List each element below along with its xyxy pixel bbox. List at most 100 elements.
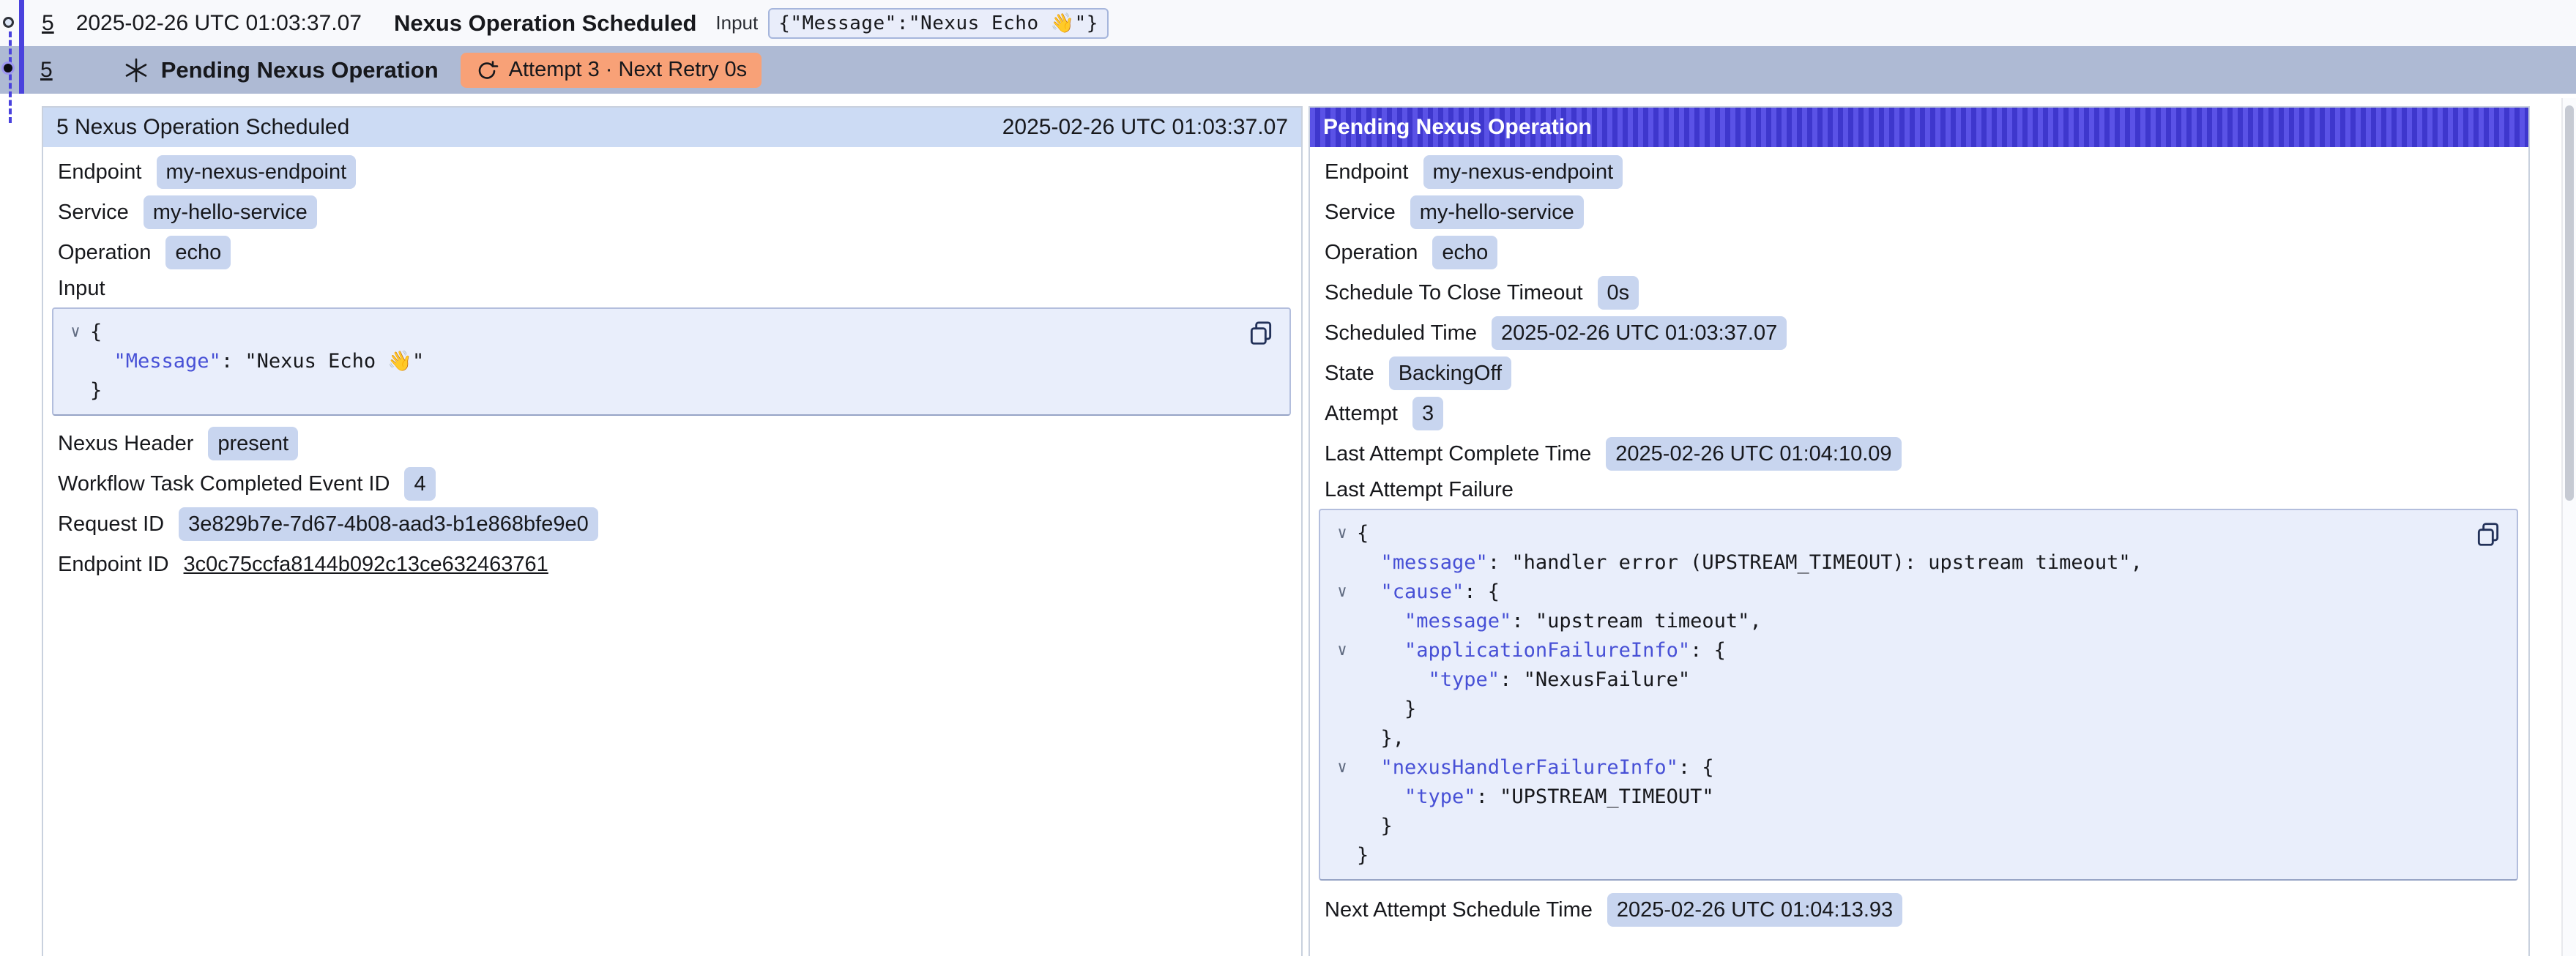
collapse-chevron-icon[interactable]: ∨ [1328, 578, 1357, 607]
field-row: State BackingOff [1319, 357, 2518, 389]
field-row: Servicemy-hello-service [1319, 196, 2518, 228]
field-label: Endpoint [58, 160, 142, 184]
field-label: Service [1325, 201, 1396, 225]
json-lines: ∨{"Message": "Nexus Echo 👋"} [61, 318, 1238, 406]
collapse-chevron-icon[interactable]: ∨ [1328, 753, 1357, 783]
field-row-endpoint-id: Endpoint ID 3c0c75ccfa8144b092c13ce63246… [52, 548, 1291, 580]
event-id-link[interactable]: 5 [42, 11, 54, 36]
field-value-chip: my-nexus-endpoint [1423, 155, 1623, 189]
field-label: State [1325, 362, 1374, 386]
card-header-timestamp: 2025-02-26 UTC 01:03:37.07 [1002, 115, 1288, 140]
copy-button[interactable] [1247, 319, 1275, 347]
code-text: { [90, 318, 102, 347]
field-value-chip: my-nexus-endpoint [157, 155, 357, 189]
field-label: Endpoint [1325, 160, 1409, 184]
event-id-link[interactable]: 5 [40, 58, 53, 83]
collapse-chevron-icon[interactable]: ∨ [61, 318, 90, 347]
field-row: Request ID3e829b7e-7d67-4b08-aad3-b1e868… [52, 508, 1291, 540]
code-line: } [1328, 695, 2465, 724]
timeline-node-filled-icon [1, 61, 15, 75]
gutter-spacer [1328, 695, 1357, 724]
code-line: "Message": "Nexus Echo 👋" [61, 347, 1238, 376]
failure-section-label: Last Attempt Failure [1325, 478, 2518, 504]
pending-title: Pending Nexus Operation [161, 57, 439, 83]
field-label: Endpoint ID [58, 553, 169, 577]
code-line: ∨{ [1328, 519, 2465, 548]
gutter-spacer [1328, 783, 1357, 812]
timeline-node-hollow-icon [3, 17, 14, 28]
card-body: Endpointmy-nexus-endpointServicemy-hello… [43, 147, 1301, 580]
event-row-pending[interactable]: 5 Pending Nexus Operation Attempt 3 · Ne… [0, 46, 2576, 94]
code-text: } [1357, 841, 1369, 870]
code-line: ∨"nexusHandlerFailureInfo": { [1328, 753, 2465, 783]
gutter-spacer [1328, 724, 1357, 753]
copy-icon [2474, 520, 2502, 548]
field-value-chip: 2025-02-26 UTC 01:04:13.93 [1607, 893, 1902, 927]
copy-button[interactable] [2474, 520, 2502, 548]
gutter-spacer [61, 376, 90, 406]
field-row: Attempt3 [1319, 397, 2518, 430]
scrollbar-track[interactable] [2561, 98, 2576, 956]
field-value-chip: 4 [404, 467, 435, 501]
field-label: Operation [58, 241, 151, 265]
card-header-title: Pending Nexus Operation [1323, 115, 1592, 140]
code-line: } [1328, 841, 2465, 870]
code-line: } [1328, 812, 2465, 841]
field-list-bottom: Nexus Headerpresent Workflow Task Complet… [52, 427, 1291, 540]
input-value-chip[interactable]: {"Message":"Nexus Echo 👋"} [768, 8, 1109, 39]
field-row: Workflow Task Completed Event ID4 [52, 468, 1291, 500]
code-text: "nexusHandlerFailureInfo": { [1357, 753, 1714, 783]
endpoint-id-link[interactable]: 3c0c75ccfa8144b092c13ce632463761 [184, 553, 548, 577]
field-row: Schedule To Close Timeout0s [1319, 277, 2518, 309]
code-text: "message": "handler error (UPSTREAM_TIME… [1357, 548, 2143, 578]
field-row-next-attempt: Next Attempt Schedule Time 2025-02-26 UT… [1319, 894, 2518, 926]
code-line: "type": "UPSTREAM_TIMEOUT" [1328, 783, 2465, 812]
field-row: Operationecho [52, 236, 1291, 269]
event-detail-card-scheduled: 5 Nexus Operation Scheduled 2025-02-26 U… [42, 106, 1303, 956]
collapse-chevron-icon[interactable]: ∨ [1328, 636, 1357, 665]
code-text: } [1357, 695, 1416, 724]
field-value-chip: 2025-02-26 UTC 01:04:10.09 [1606, 437, 1901, 471]
input-section-label: Input [58, 277, 1291, 303]
field-row: Endpoint my-nexus-endpoint [52, 156, 1291, 188]
code-line: "type": "NexusFailure" [1328, 665, 2465, 695]
field-label: Last Attempt Complete Time [1325, 442, 1591, 466]
field-row: Nexus Headerpresent [52, 427, 1291, 460]
field-label: Request ID [58, 512, 164, 537]
code-text: } [90, 376, 102, 406]
field-row: Endpoint my-nexus-endpoint [1319, 156, 2518, 188]
code-line: "message": "handler error (UPSTREAM_TIME… [1328, 548, 2465, 578]
field-label: Attempt [1325, 402, 1398, 426]
event-timestamp: 2025-02-26 UTC 01:03:37.07 [76, 11, 362, 36]
field-value-chip: 0s [1598, 276, 1639, 310]
code-text: "type": "UPSTREAM_TIMEOUT" [1357, 783, 1714, 812]
code-line: }, [1328, 724, 2465, 753]
field-label: Operation [1325, 241, 1418, 265]
field-label: Nexus Header [58, 432, 193, 456]
retry-icon [475, 59, 499, 82]
scrollbar-thumb[interactable] [2565, 105, 2574, 501]
json-viewer-failure: ∨{"message": "handler error (UPSTREAM_TI… [1319, 509, 2518, 881]
field-list: Endpoint my-nexus-endpoint Servicemy-hello… [1319, 156, 2518, 470]
field-label: Next Attempt Schedule Time [1325, 898, 1593, 922]
code-text: "applicationFailureInfo": { [1357, 636, 1726, 665]
code-text: "Message": "Nexus Echo 👋" [90, 347, 424, 376]
code-line: ∨"cause": { [1328, 578, 2465, 607]
code-line: } [61, 376, 1238, 406]
collapse-chevron-icon[interactable]: ∨ [1328, 519, 1357, 548]
code-text: }, [1357, 724, 1404, 753]
field-value-chip: BackingOff [1389, 356, 1511, 390]
code-line: "message": "upstream timeout", [1328, 607, 2465, 636]
gutter-spacer [1328, 548, 1357, 578]
code-text: "message": "upstream timeout", [1357, 607, 1762, 636]
code-line: ∨{ [61, 318, 1238, 347]
input-label: Input [715, 12, 758, 34]
pending-operation-card: Pending Nexus Operation Endpoint my-nexus… [1309, 106, 2530, 956]
field-row: Operationecho [1319, 236, 2518, 269]
field-label: Service [58, 201, 129, 225]
gutter-spacer [1328, 841, 1357, 870]
event-row-scheduled[interactable]: 5 2025-02-26 UTC 01:03:37.07 Nexus Opera… [0, 0, 2576, 46]
retry-badge: Attempt 3 · Next Retry 0s [461, 53, 762, 88]
selection-bar [19, 0, 24, 94]
field-list-top: Endpointmy-nexus-endpointServicemy-hello… [52, 156, 1291, 269]
